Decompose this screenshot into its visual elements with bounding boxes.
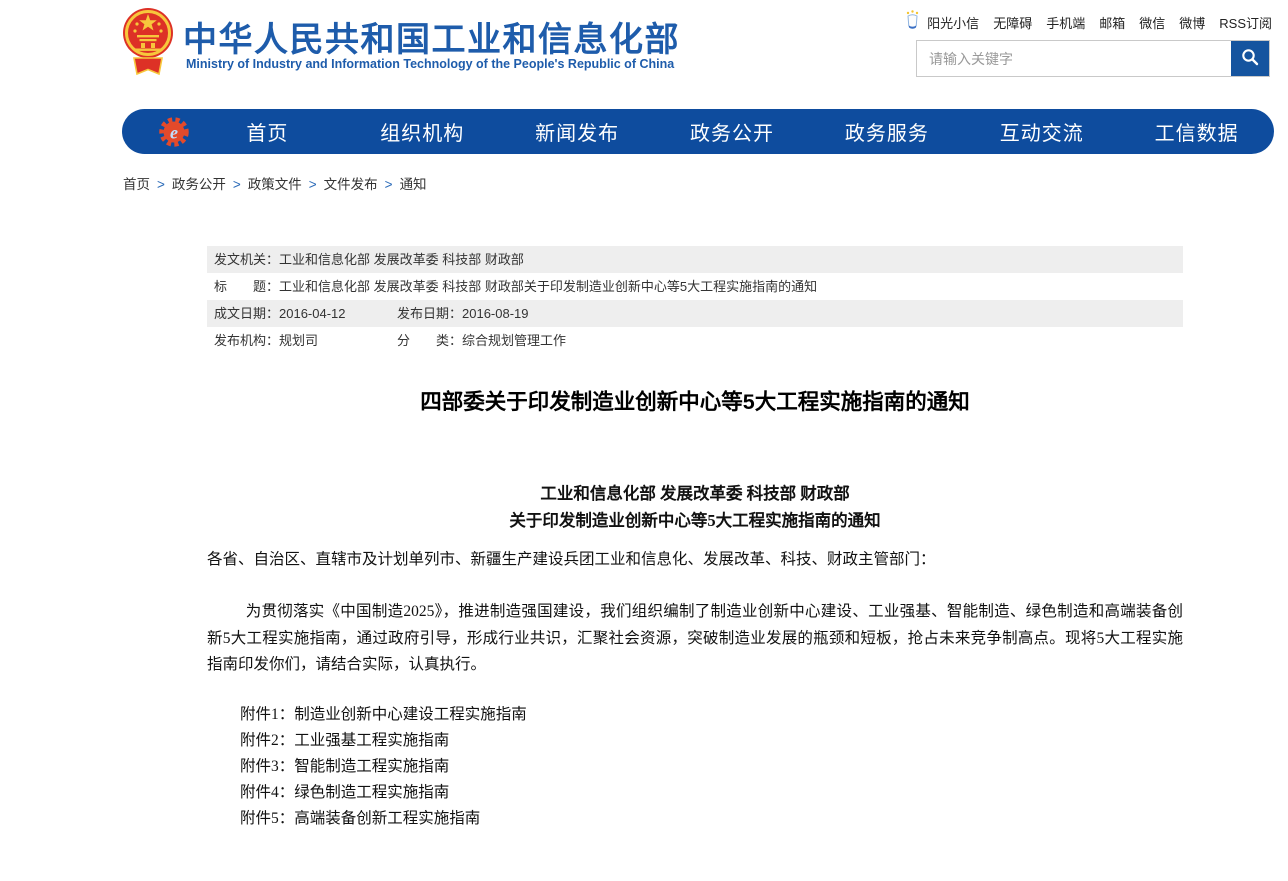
meta-title: 标 题：工业和信息化部 发展改革委 科技部 财政部关于印发制造业创新中心等5大工… <box>214 273 817 300</box>
nav-item-home[interactable]: 首页 <box>190 117 345 146</box>
attachment-link-5[interactable]: 附件5：高端装备创新工程实施指南 <box>240 806 1183 832</box>
nav-item-gov-disclosure[interactable]: 政务公开 <box>655 117 810 146</box>
breadcrumb-gov-disclosure[interactable]: 政务公开 <box>172 177 226 192</box>
meta-label: 发布机构： <box>214 333 279 348</box>
meta-label: 发文机关： <box>214 252 279 267</box>
search-icon <box>1240 47 1260 70</box>
top-link-weibo[interactable]: 微博 <box>1179 13 1205 32</box>
attachment-link-3[interactable]: 附件3：智能制造工程实施指南 <box>240 754 1183 780</box>
page: 中华人民共和国工业和信息化部 Ministry of Industry and … <box>0 0 1288 881</box>
breadcrumb-document-release[interactable]: 文件发布 <box>324 177 378 192</box>
meta-publish-date: 发布日期：2016-08-19 <box>397 300 529 327</box>
svg-text:e: e <box>170 122 178 142</box>
meta-issuing-agency: 发文机关：工业和信息化部 发展改革委 科技部 财政部 <box>214 246 524 273</box>
meta-label: 分 类： <box>397 333 462 348</box>
main-nav: e 首页 组织机构 新闻发布 政务公开 政务服务 互动交流 工信数据 <box>122 109 1274 154</box>
search-box <box>916 40 1270 77</box>
meta-value: 2016-04-12 <box>279 306 346 321</box>
document-paragraph: 为贯彻落实《中国制造2025》，推进制造强国建设，我们组织编制了制造业创新中心建… <box>207 599 1183 679</box>
nav-item-data[interactable]: 工信数据 <box>1119 117 1274 146</box>
meta-row-issuing-agency: 发文机关：工业和信息化部 发展改革委 科技部 财政部 <box>207 246 1183 273</box>
top-link-mobile[interactable]: 手机端 <box>1046 13 1085 32</box>
nav-items: 首页 组织机构 新闻发布 政务公开 政务服务 互动交流 工信数据 <box>190 117 1274 146</box>
meta-label: 标 题： <box>214 279 279 294</box>
meta-label: 发布日期： <box>397 306 462 321</box>
attachment-link-1[interactable]: 附件1：制造业创新中心建设工程实施指南 <box>240 702 1183 728</box>
breadcrumb-separator: > <box>309 177 317 192</box>
top-link-sunshine[interactable]: 阳光小信 <box>927 13 979 32</box>
site-title: 中华人民共和国工业和信息化部 <box>183 12 680 61</box>
search-input[interactable] <box>917 41 1229 76</box>
meta-written-date: 成文日期：2016-04-12 <box>214 300 346 327</box>
top-link-wechat[interactable]: 微信 <box>1139 13 1165 32</box>
document-title: 四部委关于印发制造业创新中心等5大工程实施指南的通知 <box>207 385 1183 416</box>
top-link-mail[interactable]: 邮箱 <box>1099 13 1125 32</box>
nav-item-organization[interactable]: 组织机构 <box>345 117 500 146</box>
attachment-link-4[interactable]: 附件4：绿色制造工程实施指南 <box>240 780 1183 806</box>
nav-item-interaction[interactable]: 互动交流 <box>964 117 1119 146</box>
nav-item-gov-services[interactable]: 政务服务 <box>809 117 964 146</box>
breadcrumb-home[interactable]: 首页 <box>123 177 150 192</box>
meta-publish-org: 发布机构：规划司 <box>214 327 318 354</box>
meta-value: 工业和信息化部 发展改革委 科技部 财政部 <box>279 252 524 267</box>
document-meta-table: 发文机关：工业和信息化部 发展改革委 科技部 财政部 标 题：工业和信息化部 发… <box>207 246 1183 354</box>
breadcrumb-separator: > <box>385 177 393 192</box>
document-subtitle-line1: 工业和信息化部 发展改革委 科技部 财政部 <box>207 480 1183 504</box>
meta-row-title: 标 题：工业和信息化部 发展改革委 科技部 财政部关于印发制造业创新中心等5大工… <box>207 273 1183 300</box>
breadcrumb-separator: > <box>233 177 241 192</box>
site-subtitle: Ministry of Industry and Information Tec… <box>186 57 674 71</box>
document-subtitle-line2: 关于印发制造业创新中心等5大工程实施指南的通知 <box>207 507 1183 531</box>
meta-row-org-category: 发布机构：规划司 分 类：综合规划管理工作 <box>207 327 1183 354</box>
meta-value: 规划司 <box>279 333 318 348</box>
meta-row-dates: 成文日期：2016-04-12 发布日期：2016-08-19 <box>207 300 1183 327</box>
meta-value: 2016-08-19 <box>462 306 529 321</box>
national-emblem-icon <box>122 6 174 83</box>
attachments-list: 附件1：制造业创新中心建设工程实施指南 附件2：工业强基工程实施指南 附件3：智… <box>207 702 1183 832</box>
meta-value: 综合规划管理工作 <box>462 333 566 348</box>
search-button[interactable] <box>1231 41 1269 76</box>
gear-e-logo-icon: e <box>158 116 190 148</box>
nav-item-news[interactable]: 新闻发布 <box>500 117 655 146</box>
attachment-link-2[interactable]: 附件2：工业强基工程实施指南 <box>240 728 1183 754</box>
meta-category: 分 类：综合规划管理工作 <box>397 327 566 354</box>
breadcrumb-separator: > <box>157 177 165 192</box>
top-links: 阳光小信 无障碍 手机端 邮箱 微信 微博 RSS订阅 <box>904 10 1272 34</box>
breadcrumb: 首页 > 政务公开 > 政策文件 > 文件发布 > 通知 <box>123 173 427 193</box>
meta-label: 成文日期： <box>214 306 279 321</box>
top-link-rss[interactable]: RSS订阅 <box>1219 13 1272 32</box>
top-link-accessibility[interactable]: 无障碍 <box>993 13 1032 32</box>
breadcrumb-notice[interactable]: 通知 <box>400 177 427 192</box>
meta-value: 工业和信息化部 发展改革委 科技部 财政部关于印发制造业创新中心等5大工程实施指… <box>279 279 817 294</box>
breadcrumb-policy-documents[interactable]: 政策文件 <box>248 177 302 192</box>
mascot-icon <box>904 10 921 34</box>
document-salutation: 各省、自治区、直辖市及计划单列市、新疆生产建设兵团工业和信息化、发展改革、科技、… <box>207 547 1183 569</box>
